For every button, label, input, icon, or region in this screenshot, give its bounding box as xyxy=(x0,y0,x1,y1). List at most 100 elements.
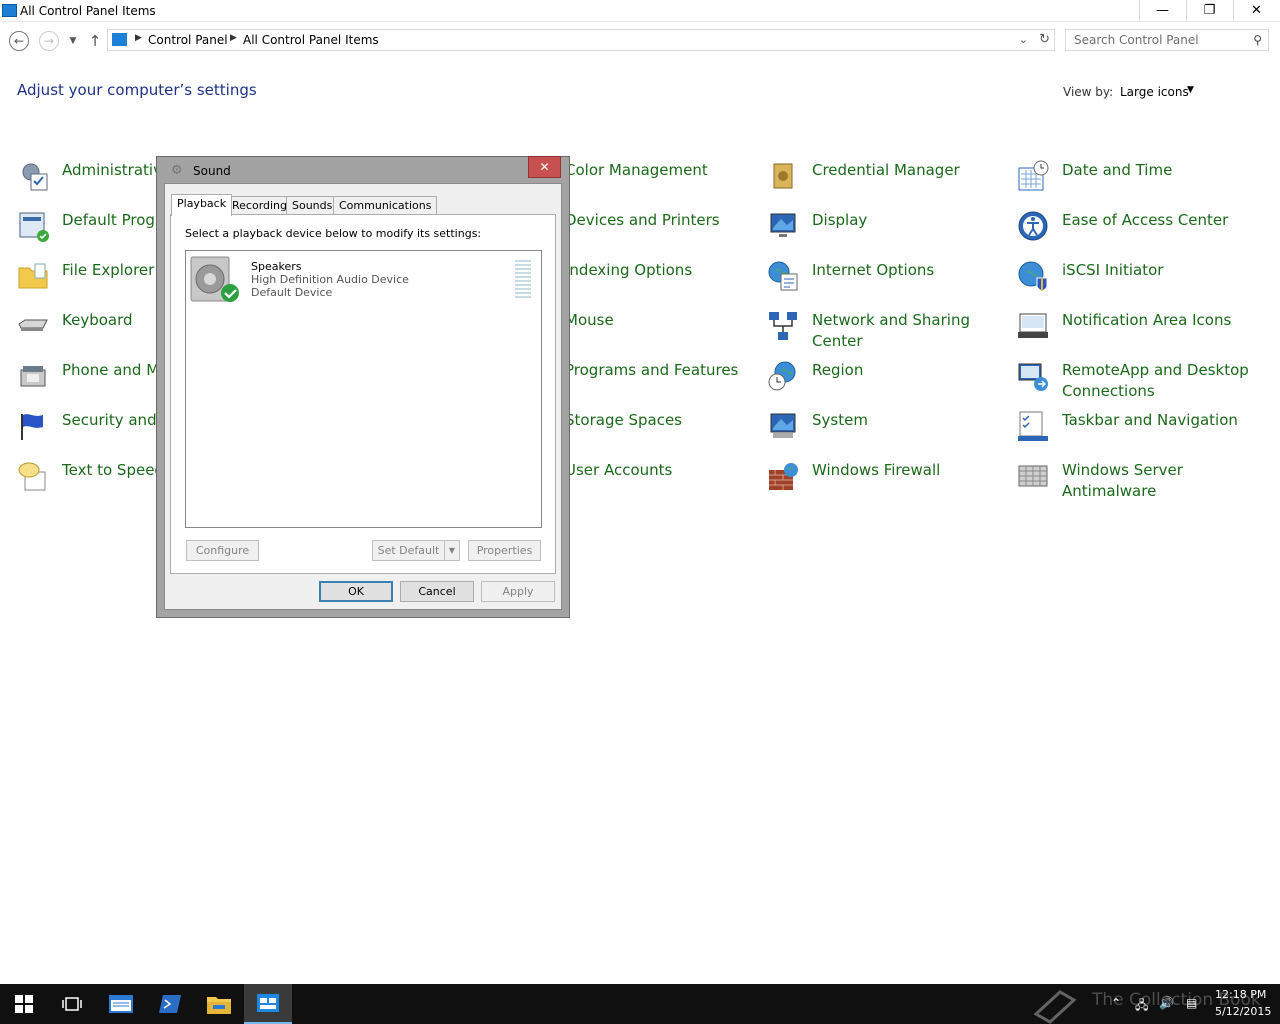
window-title: All Control Panel Items xyxy=(20,4,156,18)
date-and-time-icon xyxy=(1018,160,1049,191)
item-label[interactable]: User Accounts xyxy=(565,460,765,481)
show-hidden-icons-chevron-icon[interactable]: ⌃ xyxy=(1111,996,1121,1010)
view-by-dropdown-arrow-icon[interactable]: ▼ xyxy=(1187,85,1194,95)
control-panel-taskbar-button[interactable] xyxy=(244,984,292,1024)
item-label[interactable]: iSCSI Initiator xyxy=(1062,260,1262,281)
dialog-close-button[interactable]: ✕ xyxy=(528,156,561,178)
control-panel-icon xyxy=(112,33,127,46)
ok-button[interactable]: OK xyxy=(319,581,393,602)
minimize-button[interactable]: — xyxy=(1139,0,1185,21)
configure-button[interactable]: Configure xyxy=(186,540,259,561)
item-label[interactable]: Credential Manager xyxy=(812,160,1012,181)
task-view-icon[interactable] xyxy=(48,984,96,1024)
system-icon xyxy=(770,413,796,438)
set-default-button[interactable]: Set Default xyxy=(372,540,444,561)
cancel-button[interactable]: Cancel xyxy=(400,581,474,602)
search-icon[interactable]: ⚲ xyxy=(1253,33,1262,47)
item-label[interactable]: Storage Spaces xyxy=(565,410,765,431)
default-programs-icon xyxy=(19,212,49,242)
back-arrow-icon[interactable]: ← xyxy=(9,31,29,51)
speech-bubble-icon xyxy=(18,462,46,491)
windows-start-icon[interactable] xyxy=(0,984,48,1024)
tab-playback[interactable]: Playback xyxy=(171,194,233,216)
item-label[interactable]: Display xyxy=(812,210,1012,231)
item-taskbar-and-navigation[interactable]: Taskbar and Navigation xyxy=(1017,405,1257,453)
internet-options-icon xyxy=(768,261,798,291)
search-box[interactable]: ⚲ xyxy=(1065,29,1269,51)
tab-sounds[interactable]: Sounds xyxy=(286,196,339,215)
control-panel-app-icon xyxy=(2,4,17,17)
remoteapp-icon xyxy=(1018,363,1048,391)
device-name: Speakers xyxy=(251,260,302,273)
dialog-title: Sound xyxy=(193,164,231,178)
firewall-icon xyxy=(769,463,798,490)
search-input[interactable] xyxy=(1066,30,1246,50)
item-credential-manager[interactable]: Credential Manager xyxy=(767,155,1007,203)
tab-recording[interactable]: Recording xyxy=(226,196,294,215)
recent-locations-chevron-icon[interactable]: ▼ xyxy=(63,31,83,51)
item-system[interactable]: System xyxy=(767,405,1007,453)
item-label[interactable]: RemoteApp and Desktop Connections xyxy=(1062,360,1262,402)
item-iscsi-initiator[interactable]: iSCSI Initiator xyxy=(1017,255,1257,303)
item-network-and-sharing-center[interactable]: Network and Sharing Center xyxy=(767,305,1007,353)
refresh-icon[interactable]: ↻ xyxy=(1039,32,1050,47)
notification-area-icon xyxy=(1018,313,1048,338)
item-label[interactable]: Network and Sharing Center xyxy=(812,310,1012,352)
item-label[interactable]: Indexing Options xyxy=(565,260,765,281)
item-label[interactable]: Windows Server Antimalware xyxy=(1062,460,1262,502)
item-label[interactable]: System xyxy=(812,410,1012,431)
apply-button[interactable]: Apply xyxy=(481,581,555,602)
item-internet-options[interactable]: Internet Options xyxy=(767,255,1007,303)
view-by-dropdown[interactable]: Large icons xyxy=(1120,85,1189,99)
device-list-item[interactable]: Speakers High Definition Audio Device De… xyxy=(189,255,534,305)
item-notification-area-icons[interactable]: Notification Area Icons xyxy=(1017,305,1257,353)
close-button[interactable]: ✕ xyxy=(1233,0,1279,21)
item-label[interactable]: Mouse xyxy=(565,310,765,331)
item-label[interactable]: Notification Area Icons xyxy=(1062,310,1262,331)
breadcrumb-all-items[interactable]: All Control Panel Items xyxy=(243,33,379,47)
item-remoteapp-and-desktop-connections[interactable]: RemoteApp and Desktop Connections xyxy=(1017,355,1257,403)
item-label[interactable]: Ease of Access Center xyxy=(1062,210,1262,231)
forward-arrow-icon[interactable]: → xyxy=(39,31,59,51)
item-label[interactable]: Date and Time xyxy=(1062,160,1262,181)
antimalware-icon xyxy=(1018,465,1048,487)
item-label[interactable]: Taskbar and Navigation xyxy=(1062,410,1262,431)
item-label[interactable]: Windows Firewall xyxy=(812,460,1012,481)
clock-date[interactable]: 5/12/2015 xyxy=(1215,1005,1271,1018)
file-explorer-icon[interactable] xyxy=(195,984,243,1024)
network-icon[interactable]: 🖧 xyxy=(1135,996,1148,1017)
address-dropdown-icon[interactable]: ⌄ xyxy=(1019,33,1028,46)
item-label[interactable]: Devices and Printers xyxy=(565,210,765,231)
item-windows-firewall[interactable]: Windows Firewall xyxy=(767,455,1007,503)
item-region[interactable]: Region xyxy=(767,355,1007,403)
set-default-dropdown-icon[interactable]: ▼ xyxy=(444,540,460,561)
item-label[interactable]: Programs and Features xyxy=(565,360,765,381)
item-label[interactable]: Color Management xyxy=(565,160,765,181)
up-arrow-icon[interactable]: ↑ xyxy=(85,31,105,51)
item-label[interactable]: Internet Options xyxy=(812,260,1012,281)
breadcrumb-chevron-icon[interactable]: ▶ xyxy=(230,33,237,43)
volume-icon[interactable]: 🔊 xyxy=(1159,996,1174,1010)
administrative-tools-icon xyxy=(22,163,48,191)
restore-button[interactable]: ❐ xyxy=(1186,0,1232,21)
item-date-and-time[interactable]: Date and Time xyxy=(1017,155,1257,203)
item-ease-of-access-center[interactable]: Ease of Access Center xyxy=(1017,205,1257,253)
properties-button[interactable]: Properties xyxy=(468,540,541,561)
item-windows-server-antimalware[interactable]: Windows Server Antimalware xyxy=(1017,455,1257,503)
powershell-icon[interactable] xyxy=(146,984,194,1024)
ease-of-access-icon xyxy=(1018,211,1048,241)
tab-communications[interactable]: Communications xyxy=(333,196,438,215)
breadcrumb-chevron-icon[interactable]: ▶ xyxy=(135,33,142,43)
server-manager-icon[interactable] xyxy=(97,984,145,1024)
breadcrumb-control-panel[interactable]: Control Panel xyxy=(148,33,228,47)
action-center-icon[interactable]: ▤ xyxy=(1186,996,1197,1010)
navigation-bar: ← → ▼ ↑ ▶ Control Panel ▶ All Control Pa… xyxy=(0,22,1280,60)
address-bar[interactable]: ▶ Control Panel ▶ All Control Panel Item… xyxy=(107,29,1055,51)
taskbar-navigation-icon xyxy=(1018,411,1048,441)
item-display[interactable]: Display xyxy=(767,205,1007,253)
clock-time[interactable]: 12:18 PM xyxy=(1215,988,1266,1001)
item-label[interactable]: Region xyxy=(812,360,1012,381)
phone-icon xyxy=(20,366,46,387)
device-driver: High Definition Audio Device xyxy=(251,273,409,286)
watermark-book-icon xyxy=(1033,990,1077,1024)
